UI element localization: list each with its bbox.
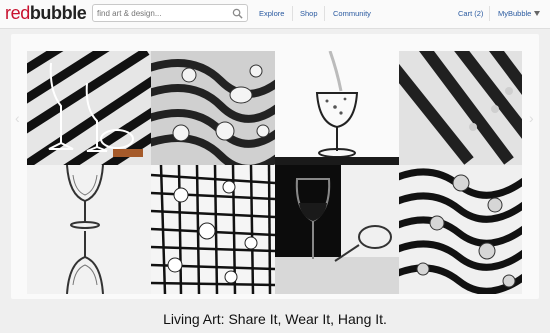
nav-explore[interactable]: Explore bbox=[259, 9, 284, 18]
logo[interactable]: redbubble bbox=[5, 3, 87, 23]
nav-cart[interactable]: Cart (2) bbox=[458, 9, 483, 18]
artwork-bars-drops[interactable] bbox=[399, 51, 522, 165]
artwork-wine-glasses[interactable] bbox=[275, 165, 399, 294]
artwork-grid bbox=[27, 51, 522, 294]
logo-red: red bbox=[5, 3, 30, 23]
nav-community[interactable]: Community bbox=[333, 9, 371, 18]
nav-divider bbox=[324, 6, 325, 21]
chevron-down-icon[interactable] bbox=[534, 11, 540, 16]
tagline: Living Art: Share It, Wear It, Hang It. bbox=[163, 311, 387, 327]
artwork-splash-glass[interactable] bbox=[275, 51, 399, 165]
nav-divider bbox=[292, 6, 293, 21]
search-input[interactable] bbox=[97, 6, 227, 20]
search-icon[interactable] bbox=[232, 8, 243, 19]
logo-bubble: bubble bbox=[29, 3, 87, 23]
artwork-glass-reflection[interactable] bbox=[27, 165, 151, 294]
nav-divider bbox=[489, 6, 490, 21]
top-bar: redbubble Explore Shop Community Cart (2… bbox=[0, 0, 550, 29]
artwork-bubbles-waves[interactable] bbox=[151, 51, 275, 165]
artwork-glasses-stripes[interactable] bbox=[27, 51, 151, 165]
nav-mybubble[interactable]: MyBubble bbox=[498, 9, 531, 18]
artwork-zebra-spheres[interactable] bbox=[399, 165, 522, 294]
nav-shop[interactable]: Shop bbox=[300, 9, 318, 18]
search-box[interactable] bbox=[92, 4, 248, 22]
next-arrow-icon[interactable]: › bbox=[529, 110, 534, 126]
artwork-grid-bubbles[interactable] bbox=[151, 165, 275, 294]
prev-arrow-icon[interactable]: ‹ bbox=[15, 110, 20, 126]
